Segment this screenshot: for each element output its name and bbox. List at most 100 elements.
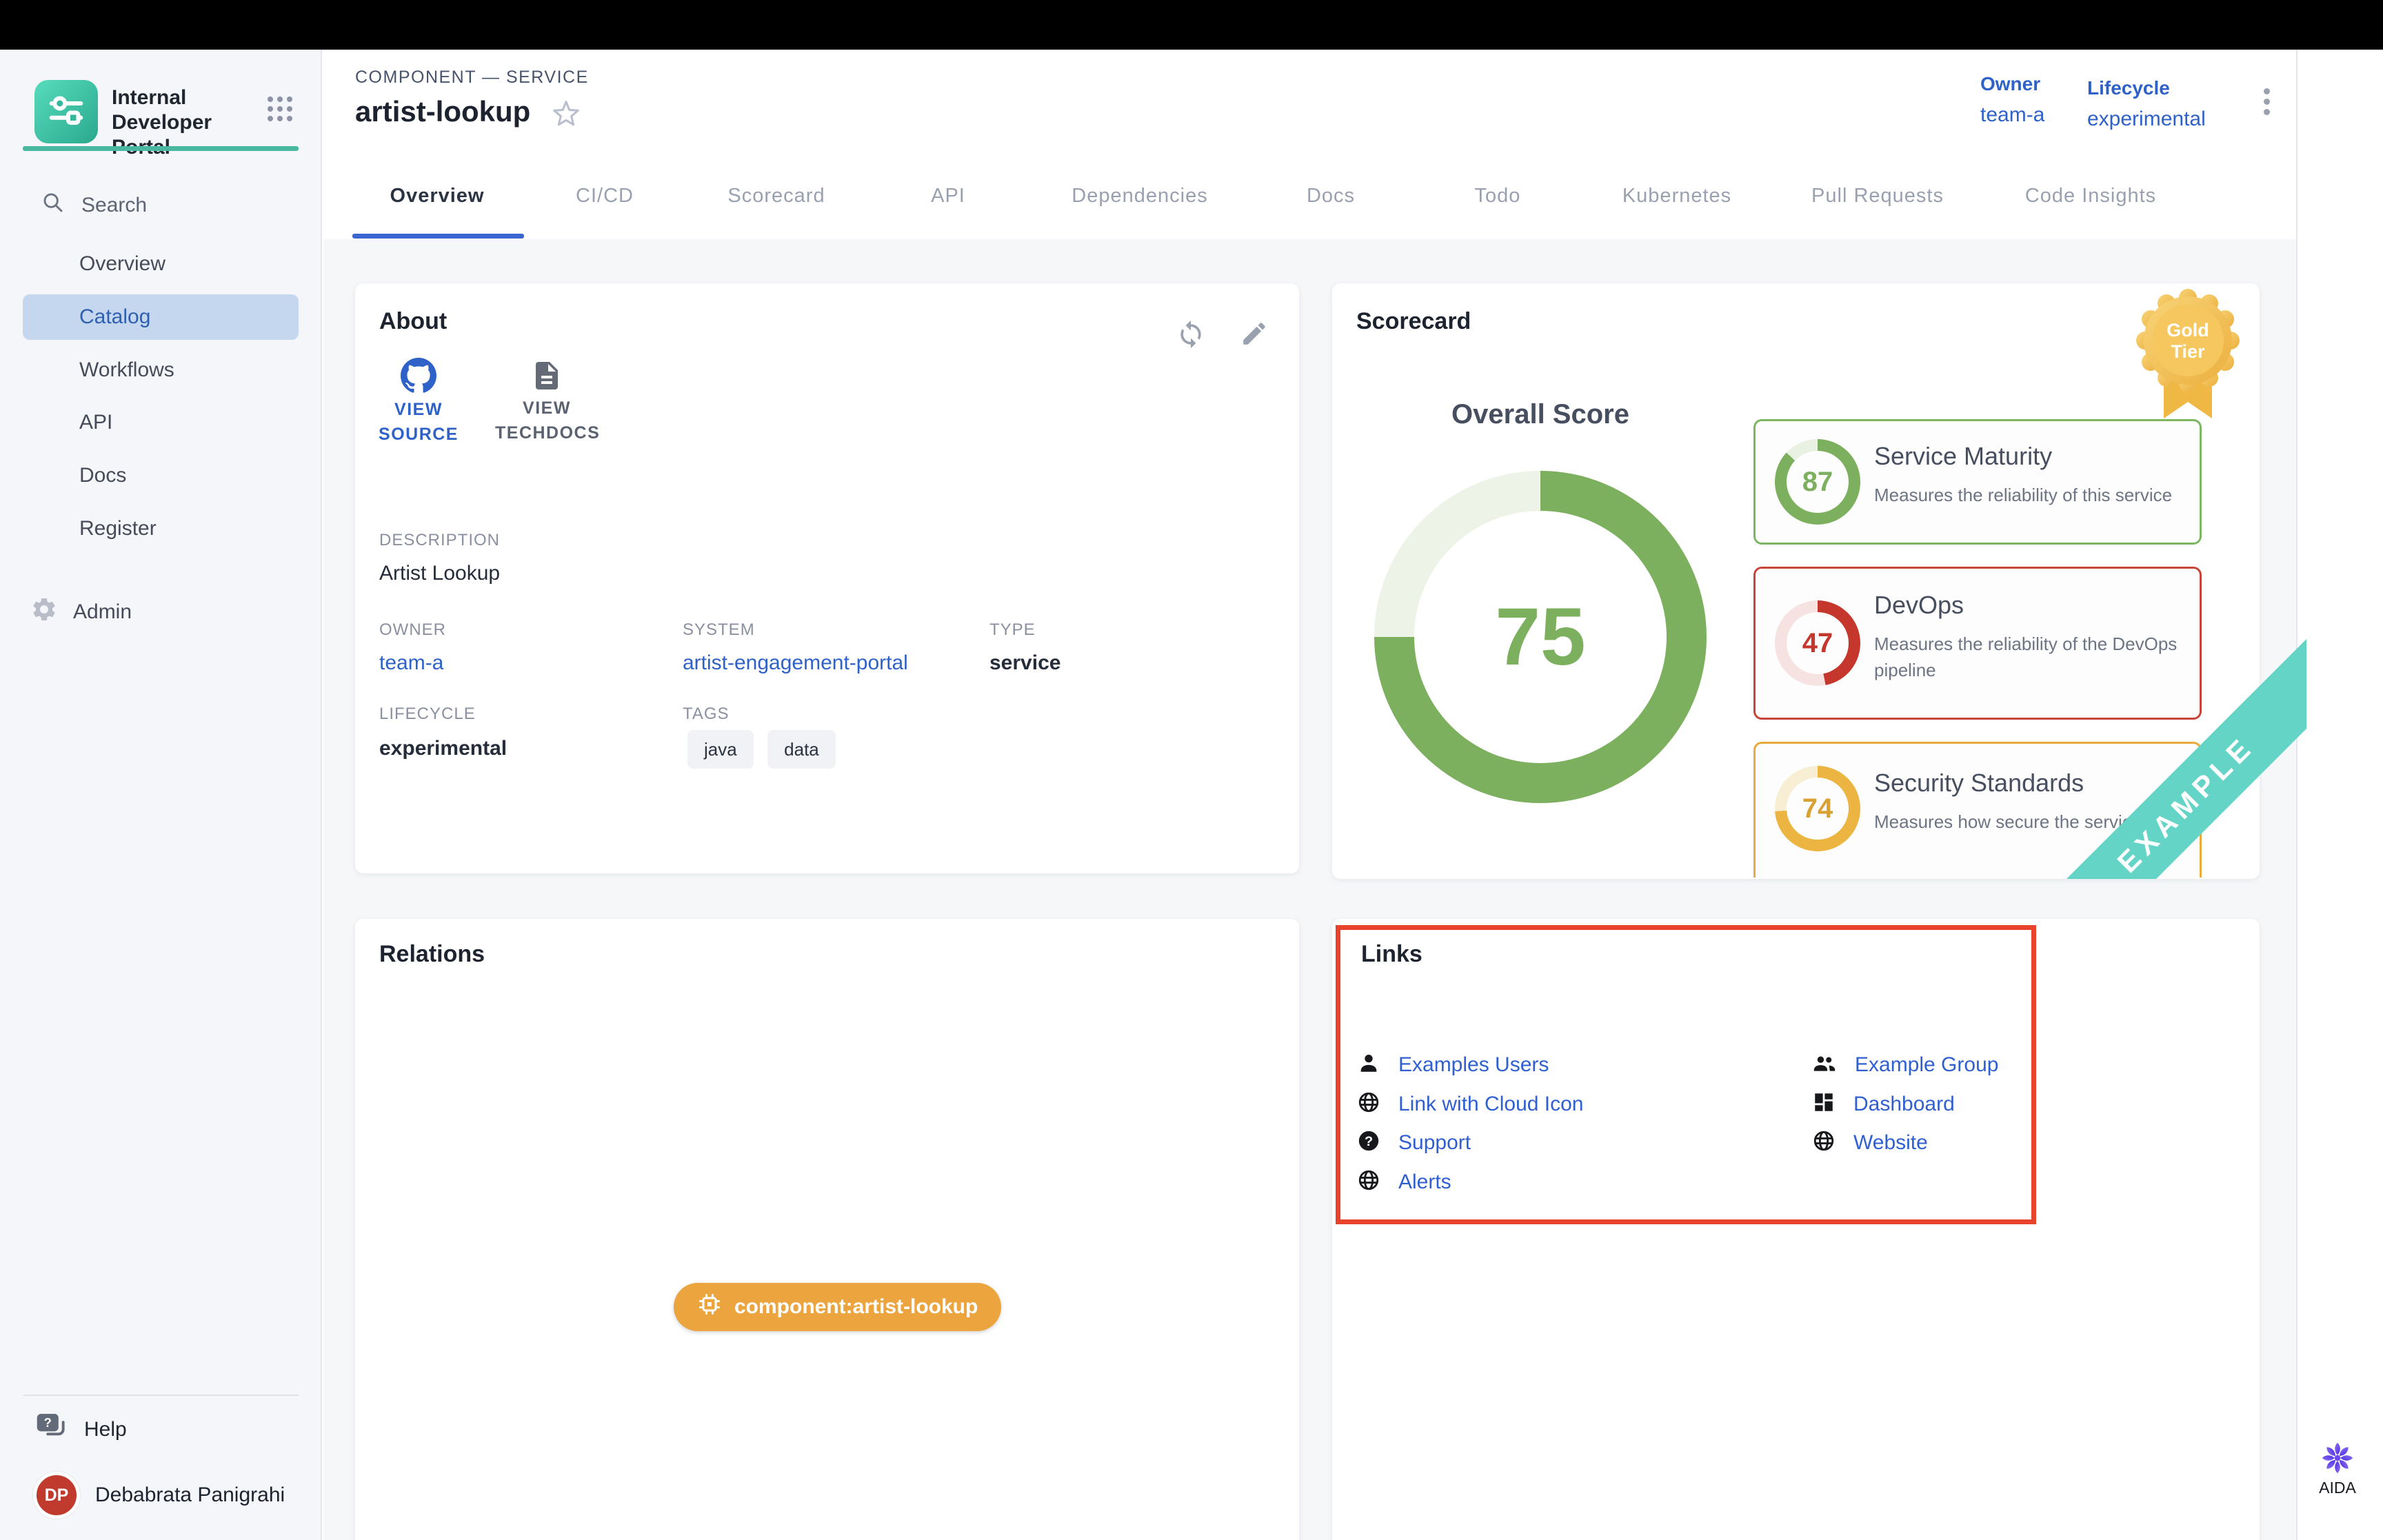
relation-node-chip[interactable]: component:artist-lookup bbox=[674, 1283, 1001, 1331]
sidebar-item-workflows[interactable]: Workflows bbox=[23, 347, 299, 393]
sidebar-item-label: Workflows bbox=[79, 358, 174, 382]
sliders-icon bbox=[46, 90, 87, 134]
sidebar-item-catalog[interactable]: Catalog bbox=[23, 294, 299, 340]
tab-scorecard[interactable]: Scorecard bbox=[727, 185, 825, 207]
sidebar-bottom-divider bbox=[23, 1395, 299, 1396]
metric-donut: 87 bbox=[1775, 439, 1860, 525]
overall-score-donut: 75 bbox=[1374, 471, 1707, 803]
type-field-label: TYPE bbox=[989, 620, 1036, 640]
sidebar-item-label: Docs bbox=[79, 464, 126, 487]
system-field-value[interactable]: artist-engagement-portal bbox=[683, 651, 908, 675]
metric-donut: 47 bbox=[1775, 600, 1860, 686]
view-techdocs-button[interactable]: VIEW TECHDOCS bbox=[495, 359, 599, 445]
metric-score: 87 bbox=[1802, 467, 1833, 498]
tab-cicd[interactable]: CI/CD bbox=[576, 185, 634, 207]
chip-icon bbox=[697, 1292, 722, 1322]
dashboard-icon bbox=[1812, 1091, 1836, 1117]
avatar: DP bbox=[33, 1472, 80, 1519]
metric-score: 47 bbox=[1802, 628, 1833, 659]
refresh-icon[interactable] bbox=[1176, 319, 1206, 353]
edit-icon[interactable] bbox=[1240, 319, 1269, 352]
about-card: About VIEW SOURCE VIEW TECHDOCS DESCRIPT… bbox=[355, 283, 1299, 873]
scorecard-title: Scorecard bbox=[1356, 308, 1471, 335]
favorite-star-icon[interactable] bbox=[550, 98, 582, 133]
more-options-icon[interactable] bbox=[2264, 88, 2270, 94]
sidebar-item-docs[interactable]: Docs bbox=[23, 453, 299, 498]
sidebar-item-admin[interactable]: Admin bbox=[30, 591, 292, 633]
link-label: Link with Cloud Icon bbox=[1398, 1093, 1583, 1116]
system-field-label: SYSTEM bbox=[683, 620, 755, 640]
globe-icon bbox=[1812, 1129, 1836, 1156]
owner-value[interactable]: team-a bbox=[1980, 103, 2044, 127]
metric-card-service-maturity[interactable]: 87 Service Maturity Measures the reliabi… bbox=[1753, 419, 2202, 545]
sidebar-item-label: Overview bbox=[79, 252, 165, 276]
relations-title: Relations bbox=[379, 941, 485, 968]
sidebar-item-overview[interactable]: Overview bbox=[23, 241, 299, 287]
link-label: Example Group bbox=[1855, 1053, 1998, 1077]
view-source-label: VIEW SOURCE bbox=[367, 397, 470, 447]
tab-todo[interactable]: Todo bbox=[1475, 185, 1521, 207]
sidebar-search[interactable]: Search bbox=[41, 188, 303, 223]
app-window: Internal Developer Portal Search Overvie… bbox=[0, 0, 2383, 1540]
sidebar-item-register[interactable]: Register bbox=[23, 506, 299, 551]
link-support[interactable]: ? Support bbox=[1357, 1129, 1471, 1156]
tags-field-label: TAGS bbox=[683, 705, 730, 724]
app-logo[interactable] bbox=[34, 80, 98, 143]
owner-label: Owner bbox=[1980, 73, 2040, 95]
link-alerts[interactable]: Alerts bbox=[1357, 1168, 1451, 1195]
apps-grid-icon[interactable] bbox=[268, 97, 273, 102]
lifecycle-label: Lifecycle bbox=[2087, 77, 2170, 99]
metric-name: DevOps bbox=[1874, 591, 1964, 620]
link-label: Support bbox=[1398, 1131, 1471, 1155]
description-label: DESCRIPTION bbox=[379, 531, 500, 550]
metric-description: Measures the reliability of this service bbox=[1874, 482, 2172, 508]
tab-dependencies[interactable]: Dependencies bbox=[1072, 185, 1207, 207]
tab-overview[interactable]: Overview bbox=[390, 185, 485, 207]
sidebar-item-label: Register bbox=[79, 517, 157, 540]
metric-card-devops[interactable]: 47 DevOps Measures the reliability of th… bbox=[1753, 567, 2202, 720]
tab-docs[interactable]: Docs bbox=[1307, 185, 1355, 207]
link-cloud[interactable]: Link with Cloud Icon bbox=[1357, 1091, 1583, 1117]
user-profile[interactable]: DP Debabrata Panigrahi bbox=[33, 1471, 309, 1519]
link-dashboard[interactable]: Dashboard bbox=[1812, 1091, 1955, 1117]
metric-donut: 74 bbox=[1775, 766, 1860, 851]
sidebar-help[interactable]: ? Help bbox=[36, 1409, 243, 1450]
top-black-bar bbox=[0, 0, 2383, 50]
svg-text:Gold: Gold bbox=[2166, 320, 2209, 341]
view-source-button[interactable]: VIEW SOURCE bbox=[367, 358, 470, 447]
sidebar-search-label: Search bbox=[81, 194, 147, 217]
aida-assistant[interactable]: AIDA bbox=[2303, 1441, 2372, 1497]
globe-icon bbox=[1357, 1091, 1380, 1117]
user-name: Debabrata Panigrahi bbox=[95, 1483, 285, 1507]
sidebar-admin-label: Admin bbox=[73, 600, 132, 624]
svg-text:?: ? bbox=[44, 1415, 52, 1430]
tab-api[interactable]: API bbox=[931, 185, 965, 207]
tab-kubernetes[interactable]: Kubernetes bbox=[1622, 185, 1731, 207]
svg-text:?: ? bbox=[1365, 1134, 1373, 1149]
tab-code-insights[interactable]: Code Insights bbox=[2025, 185, 2156, 207]
sidebar: Internal Developer Portal Search Overvie… bbox=[0, 50, 322, 1540]
tag-chip[interactable]: java bbox=[687, 730, 754, 769]
link-example-group[interactable]: Example Group bbox=[1812, 1051, 1998, 1078]
metric-card-security-standards[interactable]: 74 Security Standards Measures how secur… bbox=[1753, 742, 2202, 878]
gold-tier-badge: Gold Tier bbox=[2136, 289, 2240, 425]
aida-label: AIDA bbox=[2303, 1479, 2372, 1497]
owner-field-value[interactable]: team-a bbox=[379, 651, 443, 675]
tab-pull-requests[interactable]: Pull Requests bbox=[1811, 185, 1944, 207]
help-chat-icon: ? bbox=[36, 1412, 68, 1447]
link-website[interactable]: Website bbox=[1812, 1129, 1928, 1156]
tag-chip[interactable]: data bbox=[767, 730, 836, 769]
active-tab-indicator bbox=[352, 234, 524, 239]
svg-text:Tier: Tier bbox=[2171, 341, 2205, 362]
metric-description: Measures the reliability of the DevOps p… bbox=[1874, 631, 2178, 683]
tags-list: java data bbox=[687, 730, 847, 769]
sidebar-item-label: Catalog bbox=[79, 305, 150, 329]
link-label: Website bbox=[1853, 1131, 1928, 1155]
link-examples-users[interactable]: Examples Users bbox=[1357, 1051, 1549, 1078]
right-edge-divider bbox=[2296, 50, 2297, 1540]
sidebar-item-api[interactable]: API bbox=[23, 400, 299, 445]
about-title: About bbox=[379, 308, 447, 335]
view-techdocs-label: VIEW TECHDOCS bbox=[495, 396, 599, 445]
lifecycle-value: experimental bbox=[2087, 108, 2206, 131]
relations-card: Relations component:artist-lookup bbox=[355, 919, 1299, 1540]
